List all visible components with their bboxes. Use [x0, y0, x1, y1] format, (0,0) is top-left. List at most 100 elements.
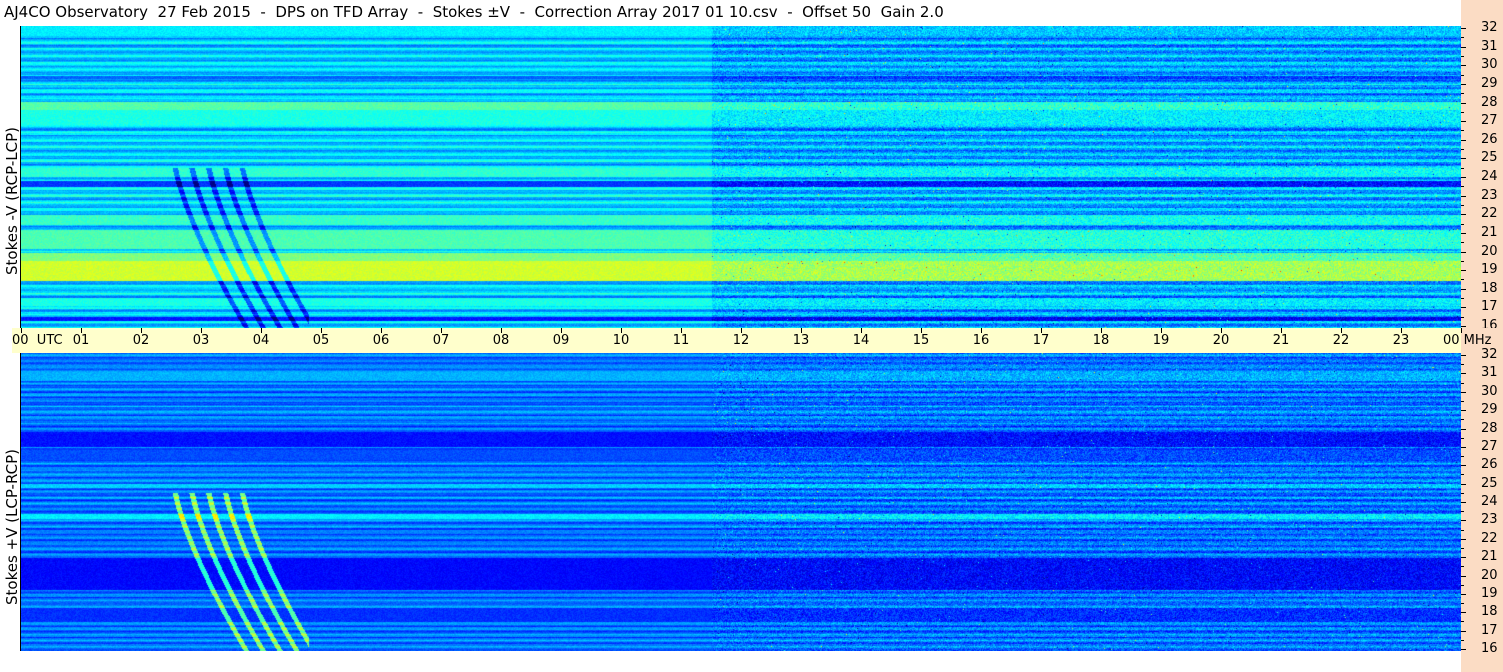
- freq-minor-tick: [1461, 492, 1464, 494]
- freq-tick: [1461, 121, 1466, 123]
- freq-tick-label: 17: [1481, 299, 1498, 315]
- freq-tick: [1461, 46, 1466, 48]
- freq-tick-label: 21: [1481, 224, 1498, 240]
- freq-tick-label: 27: [1481, 438, 1498, 454]
- freq-minor-tick: [1461, 639, 1464, 641]
- freq-minor-tick: [1461, 529, 1464, 531]
- freq-tick: [1461, 630, 1466, 632]
- freq-minor-tick: [1461, 400, 1464, 402]
- freq-tick: [1461, 28, 1466, 29]
- top-heatmap-canvas: [21, 26, 1461, 328]
- freq-minor-tick: [1461, 111, 1464, 113]
- bottom-frequency-axis: 32 31 30 29 28 27 26 25 24 23 22 21 20 19 18 17 16: [1461, 328, 1503, 672]
- freq-tick: [1461, 270, 1466, 272]
- freq-minor-tick: [1461, 621, 1464, 623]
- freq-tick: [1461, 177, 1466, 178]
- freq-minor-tick: [1461, 584, 1464, 586]
- freq-minor-tick: [1461, 37, 1464, 39]
- time-tick-label: 02: [132, 333, 150, 348]
- freq-tick: [1461, 575, 1466, 577]
- bottom-panel-ylabel: Stokes +V (LCP-RCP): [3, 449, 21, 605]
- freq-tick-label: 16: [1481, 641, 1498, 656]
- time-tick-label: 06: [372, 333, 390, 348]
- freq-minor-tick: [1461, 260, 1464, 262]
- time-tick-label: 17: [1032, 333, 1050, 348]
- time-tick-label: 18: [1092, 333, 1110, 348]
- freq-tick: [1461, 612, 1466, 614]
- freq-tick: [1461, 326, 1466, 327]
- freq-minor-tick: [1461, 55, 1464, 57]
- top-frequency-axis: 32 31 30 29 28 27 26 25 24 23 22 21 20 19 18 17 16: [1461, 0, 1503, 332]
- freq-tick-label: 28: [1481, 420, 1498, 436]
- time-tick-label: 09: [552, 333, 570, 348]
- freq-tick: [1461, 102, 1466, 104]
- time-tick-label: 14: [852, 333, 870, 348]
- freq-tick-label: 18: [1481, 604, 1498, 620]
- freq-minor-tick: [1461, 474, 1464, 476]
- freq-tick: [1461, 232, 1466, 234]
- freq-tick-label: 24: [1481, 169, 1498, 184]
- freq-tick-label: 26: [1481, 457, 1498, 473]
- bottom-heatmap-canvas: [21, 353, 1461, 651]
- freq-tick-label: 20: [1481, 567, 1498, 583]
- freq-tick: [1461, 538, 1466, 540]
- freq-minor-tick: [1461, 547, 1464, 549]
- freq-tick-label: 29: [1481, 402, 1498, 418]
- time-tick-label: 21: [1272, 333, 1290, 348]
- time-tick-label: 15: [912, 333, 930, 348]
- freq-tick: [1461, 139, 1466, 141]
- time-tick-label: 00 UTC: [12, 333, 63, 348]
- freq-tick: [1461, 428, 1466, 430]
- freq-tick: [1461, 557, 1466, 559]
- freq-tick-label: 31: [1481, 365, 1498, 381]
- freq-tick-label: 22: [1481, 530, 1498, 546]
- freq-tick-label: 24: [1481, 494, 1498, 509]
- freq-tick-label: 23: [1481, 512, 1498, 528]
- freq-tick-label: 31: [1481, 38, 1498, 54]
- freq-tick: [1461, 649, 1466, 650]
- freq-tick: [1461, 373, 1466, 375]
- freq-minor-tick: [1461, 566, 1464, 568]
- freq-minor-tick: [1461, 603, 1464, 605]
- time-tick-label: 16: [972, 333, 990, 348]
- freq-tick-label: 32: [1481, 20, 1498, 35]
- freq-minor-tick: [1461, 382, 1464, 384]
- freq-tick: [1461, 251, 1466, 253]
- time-tick-label: 11: [672, 333, 690, 348]
- time-tick-label: 07: [432, 333, 450, 348]
- top-panel-ylabel: Stokes -V (RCP-LCP): [3, 127, 21, 275]
- freq-tick: [1461, 288, 1466, 290]
- freq-tick-label: 25: [1481, 475, 1498, 491]
- freq-minor-tick: [1461, 364, 1464, 366]
- freq-tick-label: 28: [1481, 94, 1498, 110]
- stokes-plus-v-spectrogram: [21, 353, 1461, 651]
- freq-tick: [1461, 307, 1466, 309]
- chart-title: AJ4CO Observatory 27 Feb 2015 - DPS on T…: [4, 3, 944, 21]
- freq-minor-tick: [1461, 456, 1464, 458]
- time-tick-label: 13: [792, 333, 810, 348]
- freq-tick-label: 18: [1481, 280, 1498, 296]
- freq-tick: [1461, 214, 1466, 216]
- freq-minor-tick: [1461, 93, 1464, 95]
- time-tick-label: 05: [312, 333, 330, 348]
- freq-tick: [1461, 520, 1466, 522]
- time-tick-label: 08: [492, 333, 510, 348]
- time-tick-label: 19: [1152, 333, 1170, 348]
- time-tick-label: 03: [192, 333, 210, 348]
- freq-minor-tick: [1461, 204, 1464, 206]
- freq-tick: [1461, 158, 1466, 160]
- freq-tick-label: 21: [1481, 549, 1498, 565]
- stokes-minus-v-spectrogram: [21, 26, 1461, 328]
- freq-minor-tick: [1461, 167, 1464, 169]
- time-tick-label: 20: [1212, 333, 1230, 348]
- freq-minor-tick: [1461, 298, 1464, 300]
- freq-tick: [1461, 195, 1466, 197]
- freq-tick-label: 25: [1481, 150, 1498, 166]
- freq-tick: [1461, 391, 1466, 393]
- freq-minor-tick: [1461, 186, 1464, 188]
- freq-tick: [1461, 446, 1466, 448]
- freq-tick-label: 19: [1481, 262, 1498, 278]
- time-tick-label: 00 MHz: [1443, 333, 1492, 348]
- freq-tick-label: 19: [1481, 585, 1498, 601]
- time-tick-label: 12: [732, 333, 750, 348]
